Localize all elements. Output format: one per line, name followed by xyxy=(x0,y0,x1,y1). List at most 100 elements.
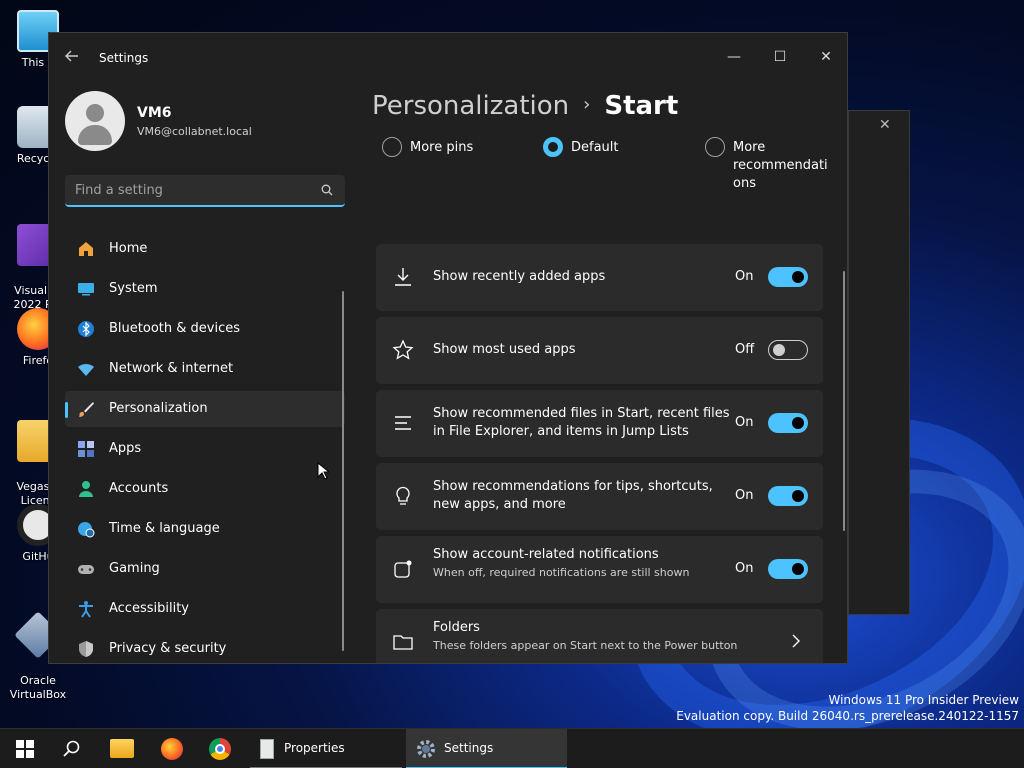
bluetooth-icon xyxy=(77,320,95,338)
sidebar-item-label: Home xyxy=(109,241,148,256)
radio-label: Default xyxy=(571,140,619,155)
toggle-knob xyxy=(792,417,804,429)
setting-card[interactable]: Show recently added apps On xyxy=(376,244,823,311)
brush-icon xyxy=(77,400,95,418)
sidebar-item-personalization[interactable]: Personalization xyxy=(65,391,345,427)
toggle-knob xyxy=(773,344,785,356)
chrome-icon-center xyxy=(215,744,225,754)
toggle-switch[interactable] xyxy=(768,340,808,360)
file-explorer-icon xyxy=(110,739,134,758)
sidebar-item-label: Personalization xyxy=(109,401,208,416)
taskbar-file-explorer[interactable] xyxy=(110,729,136,768)
evaluation-watermark: Windows 11 Pro Insider Preview Evaluatio… xyxy=(676,692,1019,724)
toggle-switch[interactable] xyxy=(768,559,808,579)
sidebar-item-time-language[interactable]: Time & language xyxy=(65,511,345,547)
wifi-icon xyxy=(77,360,95,378)
setting-title: Folders xyxy=(433,620,480,635)
apps-icon xyxy=(77,440,95,458)
breadcrumb: Personalization › Start xyxy=(372,91,678,121)
watermark-line: Evaluation copy. Build 26040.rs_prerelea… xyxy=(676,709,1019,723)
taskbar-search-button[interactable] xyxy=(60,729,84,768)
desktop-icon-label: Oracle VirtualBox xyxy=(9,674,67,701)
setting-card[interactable]: Folders These folders appear on Start nex… xyxy=(376,609,823,663)
chevron-right-icon[interactable] xyxy=(790,633,802,649)
close-icon[interactable]: ✕ xyxy=(879,117,891,133)
star-icon xyxy=(392,339,414,361)
toggle-state-label: On xyxy=(735,415,754,430)
setting-title: Show recommendations for tips, shortcuts… xyxy=(433,479,713,512)
search-icon xyxy=(321,184,333,196)
sidebar-item-accessibility[interactable]: Accessibility xyxy=(65,591,345,627)
taskbar-app-label: Properties xyxy=(284,741,345,755)
sidebar-item-label: Bluetooth & devices xyxy=(109,321,240,336)
sidebar-item-label: Accessibility xyxy=(109,601,189,616)
sidebar-item-bluetooth-devices[interactable]: Bluetooth & devices xyxy=(65,311,345,347)
mouse-cursor xyxy=(317,461,331,484)
toggle-switch[interactable] xyxy=(768,486,808,506)
sidebar-item-network-internet[interactable]: Network & internet xyxy=(65,351,345,387)
toggle-state-label: On xyxy=(735,269,754,284)
avatar[interactable] xyxy=(65,91,125,151)
sidebar-item-accounts[interactable]: Accounts xyxy=(65,471,345,507)
breadcrumb-separator: › xyxy=(583,94,591,115)
taskbar-chrome[interactable] xyxy=(208,729,234,768)
sidebar-scrollbar[interactable] xyxy=(342,291,344,651)
home-icon xyxy=(77,240,95,258)
taskbar-app-properties[interactable]: Properties xyxy=(250,729,402,768)
window-title: Settings xyxy=(99,51,149,65)
taskbar-firefox[interactable] xyxy=(160,729,186,768)
background-window[interactable]: ✕ xyxy=(848,110,910,615)
radio-circle[interactable] xyxy=(705,137,725,157)
breadcrumb-parent[interactable]: Personalization xyxy=(372,91,569,121)
toggle-knob xyxy=(792,271,804,283)
taskbar-app-settings[interactable]: Settings xyxy=(406,729,567,768)
lightbulb-icon xyxy=(392,485,414,507)
start-button[interactable] xyxy=(14,729,36,768)
properties-icon xyxy=(260,739,274,759)
radio-circle[interactable] xyxy=(382,137,402,157)
radio-label: More pins xyxy=(410,140,474,155)
toggle-switch[interactable] xyxy=(768,413,808,433)
sidebar-item-system[interactable]: System xyxy=(65,271,345,307)
avatar-head xyxy=(86,104,104,122)
setting-card[interactable]: Show recommendations for tips, shortcuts… xyxy=(376,463,823,530)
toggle-state-label: On xyxy=(735,488,754,503)
radio-circle-selected[interactable] xyxy=(543,137,563,157)
maximize-button[interactable]: ☐ xyxy=(757,41,803,73)
sidebar-item-gaming[interactable]: Gaming xyxy=(65,551,345,587)
gamepad-icon xyxy=(77,560,95,578)
setting-card[interactable]: Show most used apps Off xyxy=(376,317,823,384)
taskbar-app-label: Settings xyxy=(444,741,494,755)
sidebar-item-privacy-security[interactable]: Privacy & security xyxy=(65,631,345,663)
selection-indicator xyxy=(65,402,68,418)
toggle-state-label: Off xyxy=(735,342,755,357)
back-arrow-icon[interactable] xyxy=(65,49,79,67)
minimize-button[interactable]: — xyxy=(711,41,757,73)
toggle-state-label: On xyxy=(735,561,754,576)
search-input[interactable]: Find a setting xyxy=(75,183,163,198)
content-scrollbar[interactable] xyxy=(843,271,845,531)
user-email: VM6@collabnet.local xyxy=(137,125,252,138)
search-box[interactable]: Find a setting xyxy=(65,175,345,207)
setting-card[interactable]: Show account-related notifications When o… xyxy=(376,536,823,603)
globe-clock-icon xyxy=(77,520,95,538)
close-button[interactable]: ✕ xyxy=(803,41,847,73)
user-name: VM6 xyxy=(137,105,172,121)
sidebar: VM6 VM6@collabnet.local Find a setting H… xyxy=(49,81,359,663)
sidebar-item-label: Network & internet xyxy=(109,361,234,376)
list-icon xyxy=(392,412,414,434)
page-title: Start xyxy=(604,91,679,121)
watermark-line: Windows 11 Pro Insider Preview xyxy=(828,693,1019,707)
sidebar-item-home[interactable]: Home xyxy=(65,231,345,267)
sidebar-item-label: System xyxy=(109,281,158,296)
system-icon xyxy=(77,280,95,298)
toggle-knob xyxy=(792,563,804,575)
sidebar-item-apps[interactable]: Apps xyxy=(65,431,345,467)
accessibility-icon xyxy=(77,600,95,618)
toggle-switch[interactable] xyxy=(768,267,808,287)
setting-card[interactable]: Show recommended files in Start, recent … xyxy=(376,390,823,457)
title-bar[interactable]: Settings — ☐ ✕ xyxy=(49,33,847,81)
setting-title: Show account-related notifications xyxy=(433,547,659,562)
folder-icon xyxy=(392,631,414,653)
avatar-body xyxy=(78,125,112,145)
